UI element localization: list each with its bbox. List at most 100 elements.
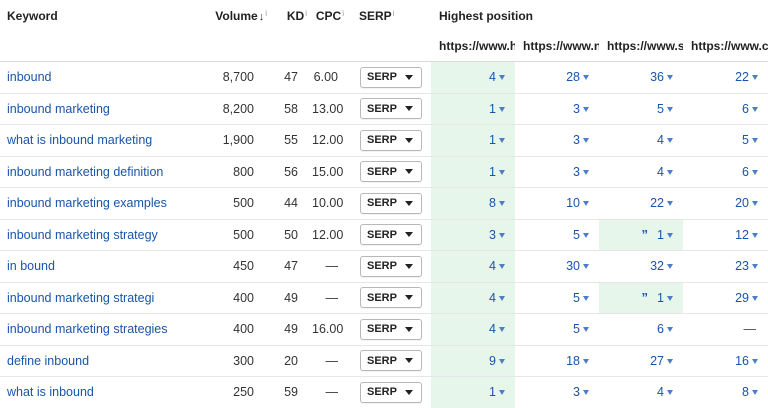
serp-dropdown-button[interactable]: SERP — [360, 192, 422, 214]
position-cell[interactable]: 16 — [683, 345, 768, 377]
position-cell[interactable]: ” 1 — [599, 282, 683, 314]
position-cell[interactable]: 4 — [431, 250, 515, 283]
chevron-down-icon — [499, 358, 505, 364]
position-cell[interactable]: 22 — [599, 187, 683, 220]
serp-dropdown-button[interactable]: SERP — [360, 161, 422, 183]
cpc-info-icon[interactable]: i — [342, 9, 344, 18]
position-cell[interactable]: 22 — [683, 61, 768, 94]
position-cell[interactable]: 9 — [431, 345, 515, 377]
chevron-down-icon — [499, 75, 505, 81]
position-cell[interactable]: 6 — [683, 156, 768, 188]
keyword-link[interactable]: what is inbound marketing — [0, 124, 189, 157]
keyword-link[interactable]: inbound marketing definition — [0, 156, 189, 188]
kd-info-icon[interactable]: i — [305, 9, 307, 18]
position-value: 4 — [657, 164, 664, 179]
keyword-link[interactable]: inbound marketing strategi — [0, 282, 189, 314]
position-cell[interactable]: 5 — [515, 282, 599, 314]
chevron-down-icon — [583, 358, 589, 364]
serp-dropdown-button[interactable]: SERP — [360, 255, 422, 277]
position-value: 22 — [735, 70, 749, 85]
serp-dropdown-button[interactable]: SERP — [360, 350, 422, 372]
position-cell[interactable]: 12 — [683, 219, 768, 251]
keyword-link[interactable]: in bound — [0, 250, 189, 283]
position-cell[interactable]: 1 — [431, 156, 515, 188]
position-cell[interactable]: 1 — [431, 93, 515, 125]
volume-info-icon[interactable]: i — [265, 9, 267, 18]
keyword-link[interactable]: inbound — [0, 61, 189, 94]
position-cell[interactable]: 30 — [515, 250, 599, 283]
position-cell[interactable]: 8 — [683, 377, 768, 408]
position-cell[interactable]: 3 — [515, 156, 599, 188]
url-header-1-text: https://www.h — [439, 39, 515, 53]
position-value: 1 — [657, 228, 664, 243]
caret-down-icon — [404, 389, 413, 395]
keyword-link[interactable]: what is inbound — [0, 377, 189, 408]
chevron-down-icon — [499, 295, 505, 301]
position-cell[interactable]: 4 — [599, 124, 683, 157]
position-cell[interactable]: 27 — [599, 345, 683, 377]
volume-value: 500 — [189, 187, 280, 220]
column-header-serp[interactable]: SERPi — [352, 0, 431, 31]
position-cell[interactable]: 5 — [515, 219, 599, 251]
serp-dropdown-button[interactable]: SERP — [360, 224, 422, 246]
position-cell[interactable]: 4 — [431, 61, 515, 94]
position-cell[interactable]: 8 — [431, 187, 515, 220]
serp-button-label: SERP — [367, 386, 397, 399]
volume-value: 8,200 — [189, 93, 280, 125]
position-cell[interactable]: 20 — [683, 187, 768, 220]
position-cell[interactable]: 4 — [599, 377, 683, 408]
position-cell[interactable]: 23 — [683, 250, 768, 283]
position-cell[interactable]: 4 — [599, 156, 683, 188]
url-header-2[interactable]: https://www.n — [515, 31, 599, 62]
serp-cell: SERP — [352, 345, 431, 377]
position-cell[interactable]: 1 — [431, 124, 515, 157]
position-cell[interactable]: 5 — [599, 93, 683, 125]
keyword-link[interactable]: inbound marketing strategy — [0, 219, 189, 251]
keyword-link[interactable]: inbound marketing examples — [0, 187, 189, 220]
position-cell[interactable]: 1 — [431, 376, 515, 408]
position-cell[interactable]: 4 — [431, 313, 515, 346]
keyword-link[interactable]: define inbound — [0, 345, 189, 377]
position-cell[interactable]: 5 — [683, 124, 768, 157]
keyword-link[interactable]: inbound marketing strategies — [0, 313, 189, 346]
position-cell[interactable]: 3 — [431, 219, 515, 251]
position-cell[interactable]: — — [683, 313, 768, 346]
url-header-3[interactable]: https://www.s — [599, 31, 683, 62]
serp-info-icon[interactable]: i — [393, 9, 395, 18]
url-header-4[interactable]: https://www.c — [683, 31, 768, 62]
position-cell[interactable]: 36 — [599, 61, 683, 94]
position-cell[interactable]: 3 — [515, 377, 599, 408]
column-header-volume[interactable]: Volume↓i — [189, 0, 280, 31]
position-value: 3 — [573, 101, 580, 116]
serp-dropdown-button[interactable]: SERP — [360, 66, 422, 88]
chevron-down-icon — [667, 327, 673, 333]
position-cell[interactable]: 6 — [599, 313, 683, 346]
position-cell[interactable]: 10 — [515, 187, 599, 220]
column-header-keyword[interactable]: Keyword — [0, 0, 189, 31]
featured-snippet-icon: ” — [641, 227, 648, 243]
url-header-1[interactable]: https://www.h — [431, 31, 515, 62]
serp-dropdown-button[interactable]: SERP — [360, 381, 422, 403]
position-cell[interactable]: 32 — [599, 250, 683, 283]
kd-value: 20 — [280, 345, 312, 377]
position-cell[interactable]: 5 — [515, 313, 599, 346]
kd-label: KD — [286, 8, 305, 23]
keyword-link[interactable]: inbound marketing — [0, 93, 189, 125]
position-cell[interactable]: 18 — [515, 345, 599, 377]
position-cell[interactable]: ” 1 — [599, 219, 683, 251]
position-value: 8 — [742, 385, 749, 400]
serp-dropdown-button[interactable]: SERP — [360, 287, 422, 309]
position-value: 10 — [566, 196, 580, 211]
position-cell[interactable]: 28 — [515, 61, 599, 94]
serp-button-label: SERP — [367, 354, 397, 367]
column-header-kd[interactable]: KDi — [280, 0, 312, 31]
serp-dropdown-button[interactable]: SERP — [360, 129, 422, 151]
serp-dropdown-button[interactable]: SERP — [360, 98, 422, 120]
position-cell[interactable]: 3 — [515, 93, 599, 125]
position-cell[interactable]: 4 — [431, 282, 515, 314]
serp-dropdown-button[interactable]: SERP — [360, 318, 422, 340]
position-cell[interactable]: 29 — [683, 282, 768, 314]
column-header-cpc[interactable]: CPCi — [312, 0, 352, 31]
position-cell[interactable]: 6 — [683, 93, 768, 125]
position-cell[interactable]: 3 — [515, 124, 599, 157]
